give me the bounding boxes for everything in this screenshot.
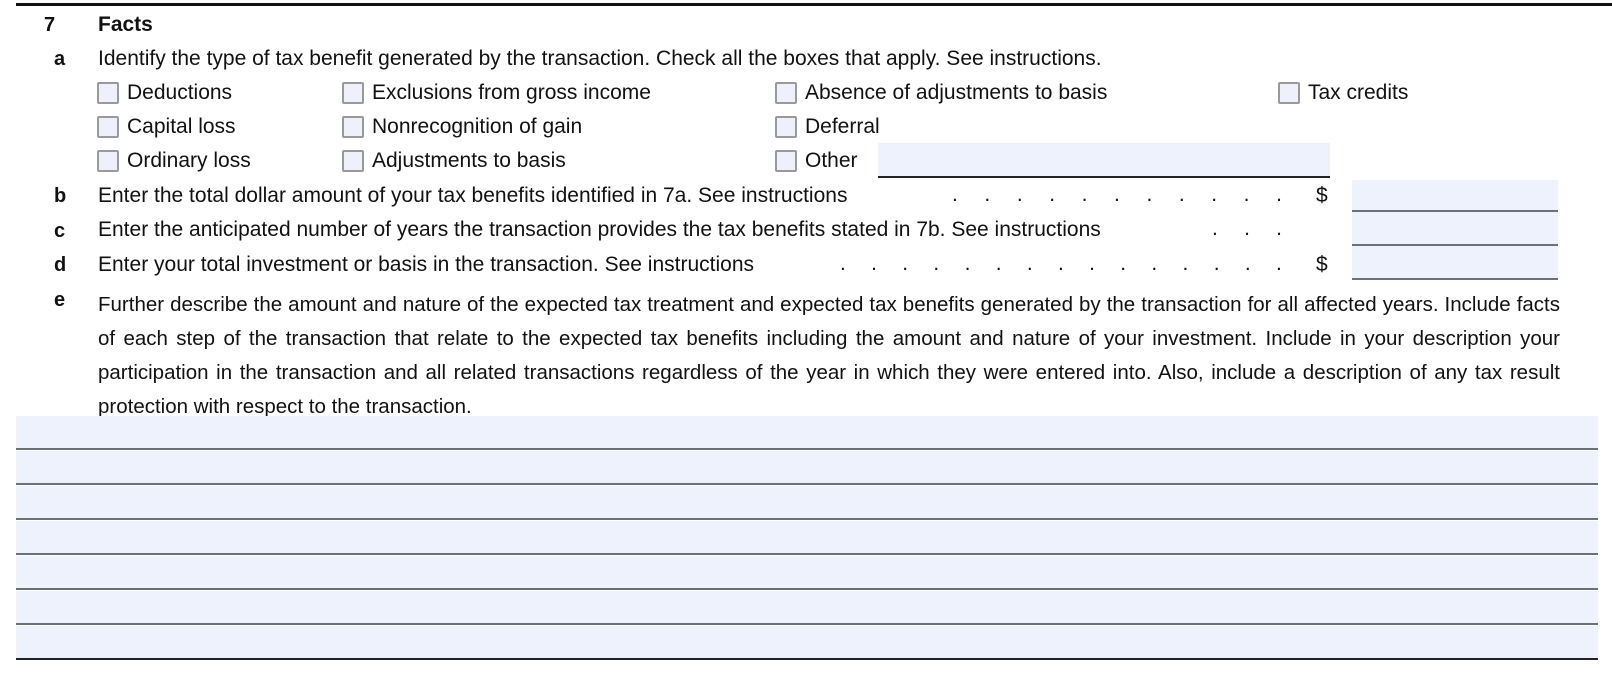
checkbox-capital-loss[interactable]: Capital loss (97, 113, 236, 141)
leader-dot: . (1016, 183, 1023, 206)
checkbox-label: Capital loss (127, 115, 236, 138)
leader-dot: . (1151, 252, 1158, 275)
checkbox-label: Ordinary loss (127, 149, 251, 172)
description-line-7[interactable] (16, 626, 1598, 660)
checkbox[interactable] (342, 82, 364, 104)
checkbox-adjustments-to-basis[interactable]: Adjustments to basis (342, 147, 566, 175)
description-line-5[interactable] (16, 556, 1598, 590)
other-description-input[interactable] (878, 143, 1330, 178)
description-line-2[interactable] (16, 451, 1598, 485)
line-c-letter: c (54, 220, 66, 242)
leader-dot: . (1049, 183, 1056, 206)
checkbox-deferral[interactable]: Deferral (775, 113, 880, 141)
line-d-investment-input[interactable] (1352, 246, 1558, 280)
description-line-3[interactable] (16, 486, 1598, 520)
checkbox-deductions[interactable]: Deductions (97, 79, 232, 107)
checkbox[interactable] (97, 150, 119, 172)
leader-dot: . (1089, 252, 1095, 275)
line-b-amount-input[interactable] (1352, 180, 1558, 212)
leader-dot: . (1244, 217, 1250, 240)
section-number: 7 (44, 14, 56, 36)
leader-dot: . (871, 252, 877, 275)
description-line-6[interactable] (16, 591, 1598, 625)
leader-dot: . (1276, 183, 1282, 206)
section-top-rule (16, 3, 1612, 6)
description-line-4[interactable] (16, 521, 1598, 555)
leader-dot: . (1146, 183, 1153, 206)
line-b-prompt: Enter the total dollar amount of your ta… (98, 184, 848, 207)
leader-dot: . (1178, 183, 1185, 206)
checkbox-label: Exclusions from gross income (372, 81, 651, 104)
checkbox-label: Other (805, 149, 858, 172)
checkbox[interactable] (1278, 82, 1300, 104)
checkbox[interactable] (775, 116, 797, 138)
leader-dot: . (1213, 252, 1220, 275)
leader-dot: . (1275, 252, 1282, 275)
section-title: Facts (98, 13, 153, 36)
checkbox-label: Deductions (127, 81, 233, 104)
line-c-years-input[interactable] (1352, 212, 1558, 246)
leader-dot: . (1120, 252, 1127, 275)
leader-dot: . (933, 252, 940, 275)
leader-dot: . (1212, 217, 1218, 240)
checkbox-label: Absence of adjustments to basis (805, 81, 1108, 104)
checkbox-label: Nonrecognition of gain (372, 115, 583, 138)
line-b-currency-symbol: $ (1316, 184, 1328, 207)
leader-dot: . (1244, 252, 1251, 275)
checkbox[interactable] (97, 82, 119, 104)
line-c-prompt: Enter the anticipated number of years th… (98, 218, 1101, 241)
leader-dot: . (1057, 252, 1064, 275)
checkbox-nonrecognition-of-gain[interactable]: Nonrecognition of gain (342, 113, 582, 141)
checkbox-other[interactable]: Other (775, 147, 858, 175)
checkbox-absence-of-adjustments-to-basis[interactable]: Absence of adjustments to basis (775, 79, 1107, 107)
checkbox-tax-credits[interactable]: Tax credits (1278, 79, 1408, 107)
checkbox[interactable] (775, 150, 797, 172)
line-a-letter: a (54, 48, 66, 70)
leader-dot: . (984, 183, 991, 206)
line-b-letter: b (54, 185, 67, 207)
line-e-letter: e (54, 289, 66, 311)
checkbox-label: Deferral (805, 115, 880, 138)
leader-dot: . (952, 183, 958, 206)
leader-dot: . (1026, 252, 1033, 275)
leader-dot: . (964, 252, 971, 275)
checkbox[interactable] (97, 116, 119, 138)
checkbox[interactable] (342, 116, 364, 138)
leader-dot: . (1276, 217, 1282, 240)
line-c-leader-dots: ... (1212, 217, 1282, 241)
checkbox-label: Tax credits (1308, 81, 1409, 104)
checkbox-label: Adjustments to basis (372, 149, 566, 172)
line-d-leader-dots: ............... (840, 252, 1282, 276)
line-d-letter: d (54, 254, 67, 276)
line-e-prompt: Further describe the amount and nature o… (98, 293, 1560, 418)
leader-dot: . (1114, 183, 1120, 206)
leader-dot: . (1211, 183, 1218, 206)
line-d-prompt: Enter your total investment or basis in … (98, 253, 754, 276)
leader-dot: . (840, 252, 846, 275)
line-a-prompt: Identify the type of tax benefit generat… (98, 47, 1102, 70)
checkbox[interactable] (775, 82, 797, 104)
leader-dot: . (1081, 183, 1088, 206)
description-line-1[interactable] (16, 416, 1598, 450)
checkbox-exclusions-from-gross-income[interactable]: Exclusions from gross income (342, 79, 651, 107)
checkbox[interactable] (342, 150, 364, 172)
checkbox-ordinary-loss[interactable]: Ordinary loss (97, 147, 251, 175)
line-b-leader-dots: ........... (952, 183, 1282, 207)
leader-dot: . (995, 252, 1002, 275)
leader-dot: . (902, 252, 909, 275)
leader-dot: . (1243, 183, 1250, 206)
line-d-currency-symbol: $ (1316, 253, 1328, 276)
leader-dot: . (1182, 252, 1189, 275)
